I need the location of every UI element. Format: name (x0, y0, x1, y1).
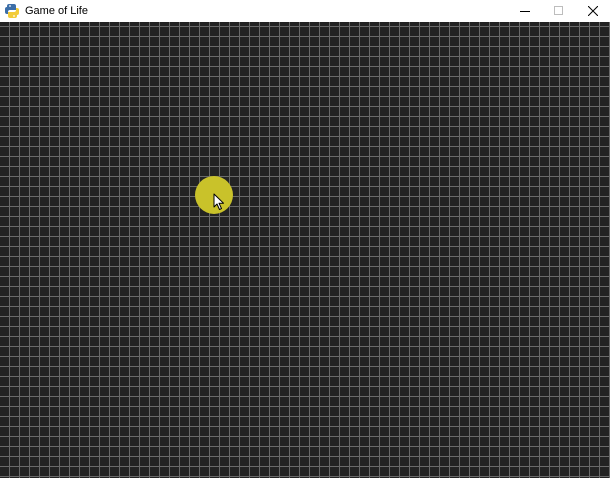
maximize-button[interactable] (542, 0, 576, 22)
window-title: Game of Life (25, 5, 88, 17)
title-bar[interactable]: Game of Life (0, 0, 610, 22)
close-icon (588, 6, 598, 16)
app-window: Game of Life (0, 0, 610, 478)
minimize-icon (520, 6, 530, 16)
python-icon (4, 3, 20, 19)
maximize-icon (554, 6, 564, 16)
close-button[interactable] (576, 0, 610, 22)
life-grid[interactable] (0, 22, 610, 478)
minimize-button[interactable] (508, 0, 542, 22)
arrow-pointer-icon (213, 193, 225, 211)
window-controls (508, 0, 610, 22)
